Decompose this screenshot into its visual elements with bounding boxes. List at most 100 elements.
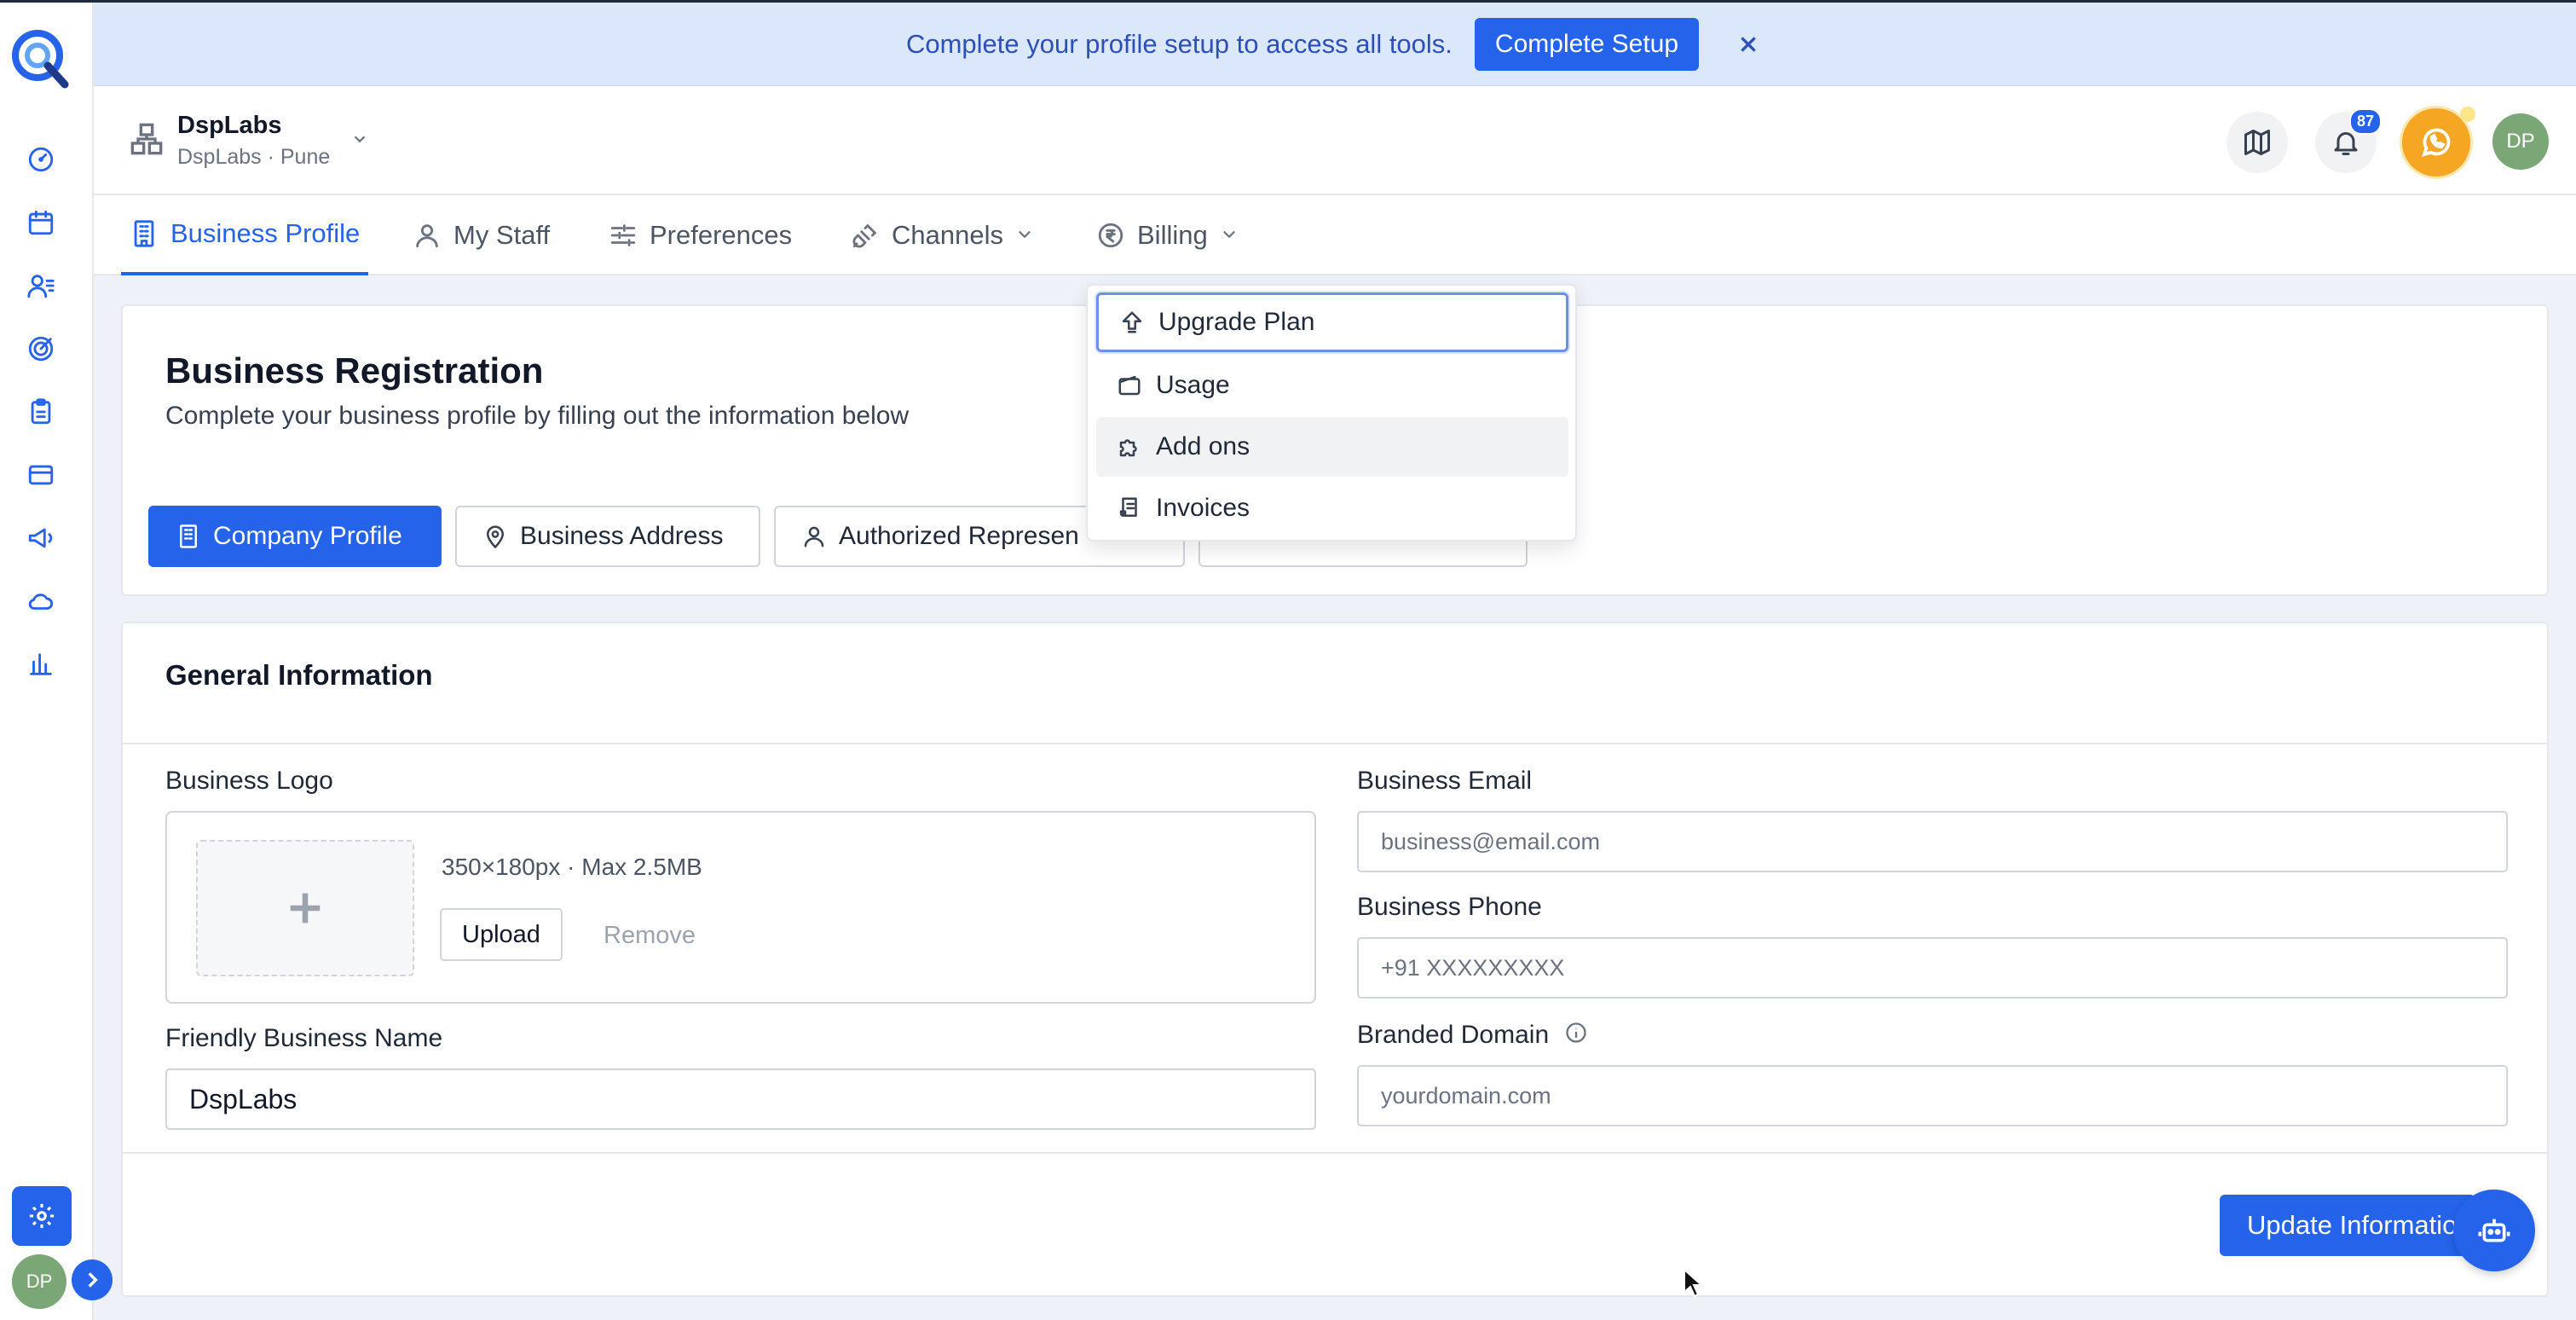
chevron-down-icon — [344, 130, 369, 153]
logo-dropzone[interactable] — [196, 840, 414, 976]
receipt-icon — [1119, 497, 1137, 517]
location-pin-icon — [487, 525, 504, 548]
plug-icon — [852, 224, 876, 248]
cloud-icon[interactable] — [24, 584, 58, 618]
complete-setup-button[interactable]: Complete Setup — [1474, 17, 1700, 71]
logo-spec: 350×180px · Max 2.5MB — [442, 854, 702, 880]
divider — [123, 743, 2547, 744]
setup-banner: Complete your profile setup to access al… — [94, 3, 2576, 86]
user-icon — [416, 224, 438, 248]
remove-button[interactable]: Remove — [604, 922, 696, 950]
map-button[interactable] — [2227, 112, 2288, 173]
info-icon[interactable] — [1564, 1021, 1588, 1051]
tab-label: Business Profile — [170, 218, 361, 248]
step-label: Authorized Represen — [839, 522, 1079, 550]
sidebar: DP — [0, 3, 113, 1320]
sidebar-expand-button[interactable] — [72, 1259, 113, 1300]
upgrade-icon — [1122, 311, 1142, 333]
org-subtitle: DspLabs · Pune — [177, 145, 331, 169]
page-title: Business Registration — [165, 350, 544, 391]
plus-icon — [290, 893, 321, 923]
tab-label: Billing — [1137, 220, 1208, 250]
business-email-input[interactable]: business@email.com — [1357, 811, 2508, 872]
menu-item-label: Invoices — [1156, 494, 1250, 522]
close-icon — [1741, 36, 1756, 52]
sliders-icon — [610, 224, 636, 246]
step-company-profile[interactable]: Company Profile — [148, 506, 442, 567]
bar-chart-icon[interactable] — [24, 647, 58, 681]
contacts-icon[interactable] — [24, 269, 58, 303]
business-phone-label: Business Phone — [1357, 893, 1542, 921]
step-label: Company Profile — [213, 522, 402, 550]
chatbot-button[interactable] — [2453, 1190, 2535, 1271]
friendly-name-label: Friendly Business Name — [165, 1024, 443, 1052]
megaphone-icon[interactable] — [24, 521, 58, 555]
tab-label: Channels — [892, 220, 1003, 250]
billing-dropdown-menu: Upgrade Plan Usage Add ons Invoices — [1086, 284, 1577, 541]
step-label: Business Address — [520, 522, 724, 550]
business-logo-label: Business Logo — [165, 767, 333, 795]
divider — [123, 1152, 2547, 1154]
notifications-button[interactable]: 87 — [2315, 108, 2382, 173]
mouse-cursor — [1684, 1268, 1704, 1298]
general-information-card: General Information Business Logo 350×18… — [121, 622, 2549, 1297]
rupee-icon — [1098, 223, 1123, 248]
map-icon — [2244, 130, 2270, 155]
tab-label: Preferences — [650, 220, 793, 250]
logo-uploader: 350×180px · Max 2.5MB Upload Remove — [165, 811, 1316, 1004]
tab-preferences[interactable]: Preferences — [609, 195, 792, 275]
menu-item-upgrade-plan[interactable]: Upgrade Plan — [1096, 292, 1568, 352]
org-name: DspLabs — [177, 112, 282, 139]
section-title: General Information — [165, 659, 433, 691]
tab-billing[interactable]: Billing — [1096, 195, 1239, 275]
friendly-name-input[interactable]: DspLabs — [165, 1068, 1316, 1130]
app-root: DP Complete your profile setup to access… — [0, 0, 2576, 1320]
tab-business-profile[interactable]: Business Profile — [121, 195, 369, 275]
menu-item-label: Usage — [1156, 371, 1230, 399]
org-switcher[interactable]: DspLabs DspLabs · Pune — [130, 112, 369, 170]
business-phone-input[interactable]: +91 XXXXXXXXX — [1357, 937, 2508, 999]
menu-item-label: Upgrade Plan — [1158, 308, 1315, 336]
building-icon — [180, 524, 197, 548]
gear-icon — [29, 1203, 55, 1229]
chevron-right-icon — [88, 1272, 98, 1288]
sidebar-avatar[interactable]: DP — [12, 1254, 66, 1309]
user-icon — [804, 526, 824, 547]
building-icon — [134, 220, 154, 247]
menu-item-add-ons[interactable]: Add ons — [1096, 417, 1568, 477]
settings-button[interactable] — [12, 1186, 72, 1246]
business-email-label: Business Email — [1357, 767, 1533, 795]
page-subtitle: Complete your business profile by fillin… — [165, 402, 910, 430]
app-logo[interactable] — [9, 25, 73, 90]
update-information-button[interactable]: Update Informatio — [2220, 1195, 2475, 1256]
whatsapp-icon — [2422, 128, 2451, 157]
branded-domain-input[interactable]: yourdomain.com — [1357, 1065, 2508, 1126]
org-icon — [130, 122, 164, 160]
menu-item-label: Add ons — [1156, 432, 1250, 460]
notification-badge: 87 — [2348, 108, 2382, 135]
dashboard-icon[interactable] — [24, 142, 58, 177]
branded-domain-label-text: Branded Domain — [1357, 1021, 1550, 1049]
upload-button[interactable]: Upload — [440, 908, 563, 961]
whatsapp-status-dot — [2460, 107, 2475, 122]
target-icon[interactable] — [24, 332, 58, 366]
puzzle-icon — [1119, 439, 1137, 457]
banner-close-button[interactable] — [1733, 29, 1764, 60]
tab-channels[interactable]: Channels — [851, 195, 1034, 275]
chevron-down-icon — [1220, 220, 1239, 251]
card-icon[interactable] — [24, 458, 58, 492]
tab-label: My Staff — [453, 220, 551, 250]
branded-domain-label: Branded Domain — [1357, 1021, 1588, 1051]
step-business-address[interactable]: Business Address — [455, 506, 760, 567]
chevron-down-icon — [1015, 220, 1034, 251]
menu-item-invoices[interactable]: Invoices — [1096, 478, 1568, 538]
banner-message: Complete your profile setup to access al… — [905, 28, 1453, 59]
clipboard-icon[interactable] — [24, 395, 58, 429]
tab-my-staff[interactable]: My Staff — [413, 195, 550, 275]
settings-tabs: Business Profile My Staff Preferences Ch… — [94, 195, 2576, 275]
whatsapp-button[interactable] — [2402, 107, 2475, 177]
calendar-icon[interactable] — [24, 206, 58, 240]
user-avatar[interactable]: DP — [2492, 113, 2549, 170]
menu-item-usage[interactable]: Usage — [1096, 356, 1568, 415]
top-header: DspLabs DspLabs · Pune 87 DP — [94, 86, 2576, 195]
